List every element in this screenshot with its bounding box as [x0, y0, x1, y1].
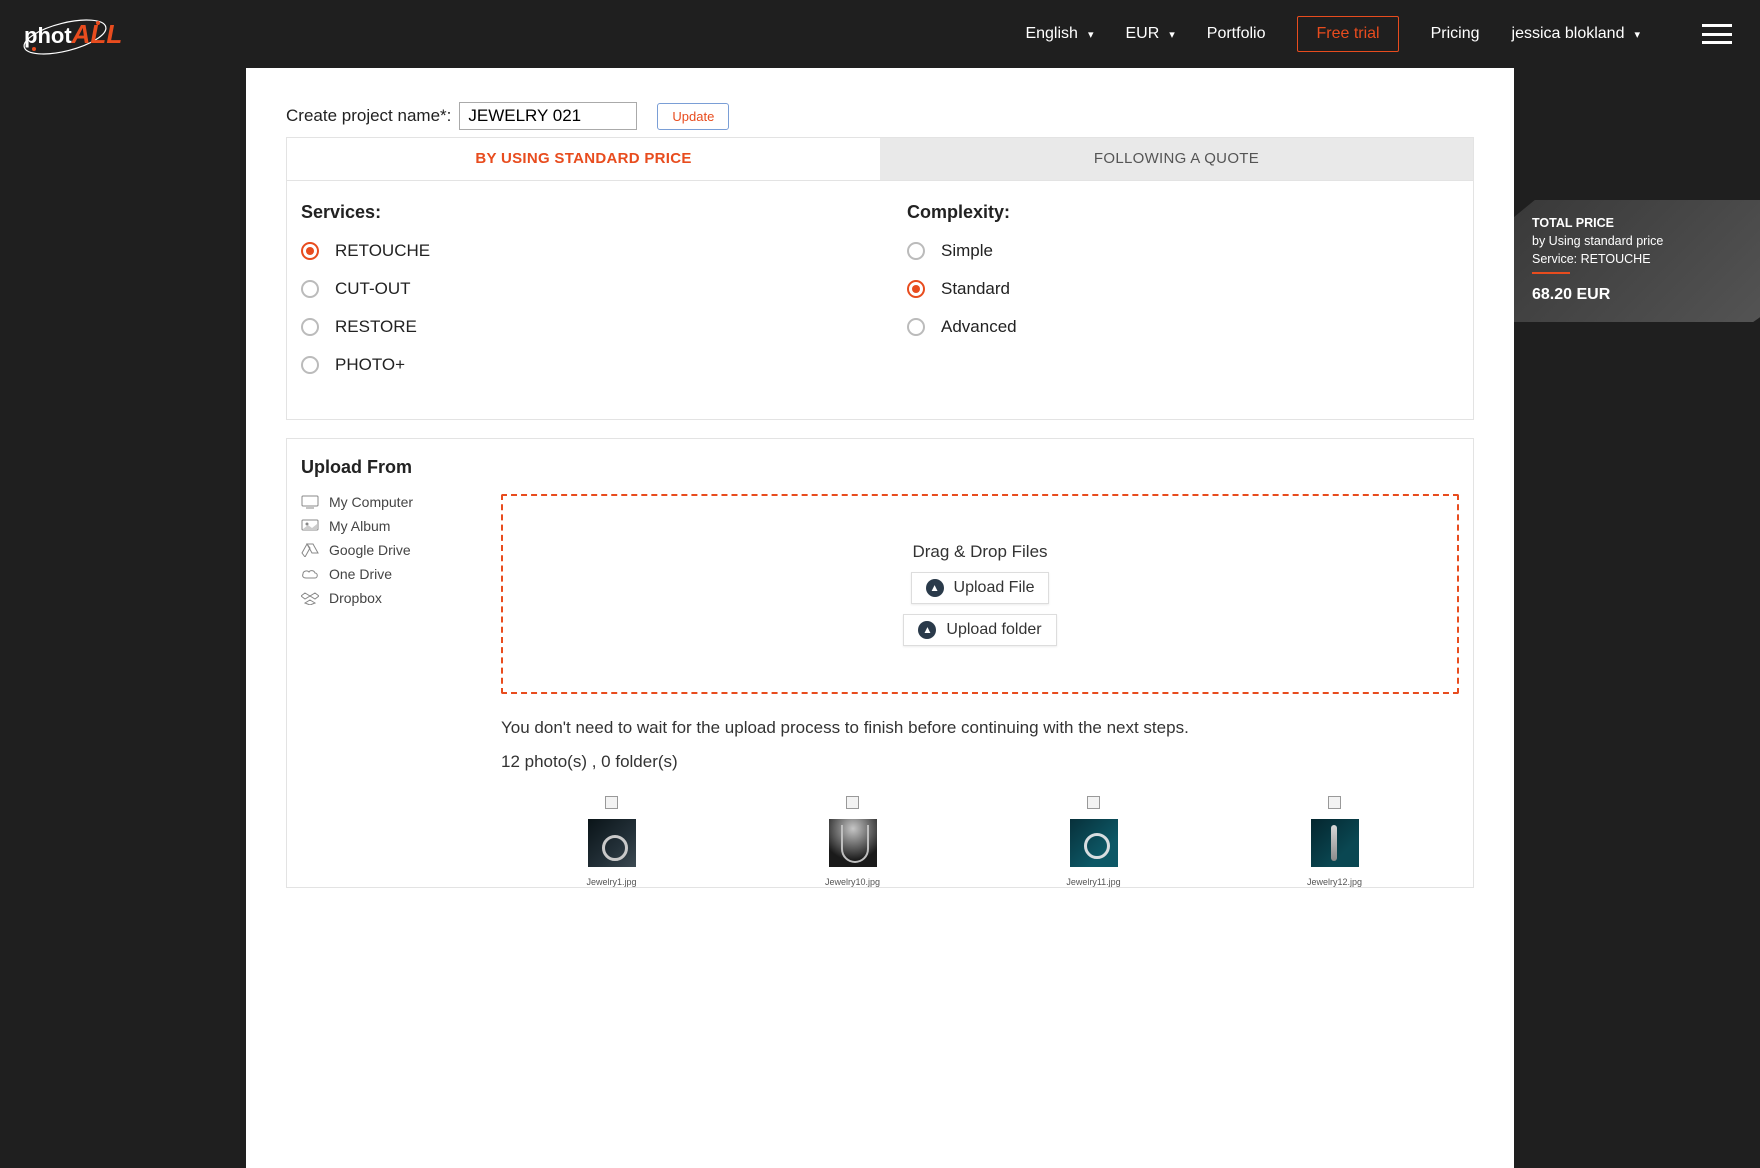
nav-free-trial[interactable]: Free trial: [1297, 16, 1398, 52]
source-google-drive[interactable]: Google Drive: [301, 542, 471, 558]
service-cut-out[interactable]: CUT-OUT: [301, 279, 847, 299]
complexity-heading: Complexity:: [907, 202, 1453, 223]
price-total: 68.20 EUR: [1532, 286, 1756, 304]
radio-icon: [301, 242, 319, 260]
price-service: Service: RETOUCHE: [1532, 252, 1756, 266]
thumb-checkbox[interactable]: [605, 796, 618, 809]
price-widget: TOTAL PRICE by Using standard price Serv…: [1514, 200, 1760, 322]
thumb-filename: Jewelry1.jpg: [586, 877, 636, 887]
thumb-image[interactable]: [1311, 819, 1359, 867]
album-icon: [301, 519, 319, 533]
page: Create project name*: Update BY USING ST…: [246, 68, 1514, 1168]
radio-icon: [301, 280, 319, 298]
nav-language[interactable]: English: [1025, 25, 1093, 43]
upload-file-button[interactable]: ▲ Upload File: [911, 572, 1050, 604]
thumb-image[interactable]: [829, 819, 877, 867]
complexity-col: Complexity: Simple Standard Advanced: [907, 202, 1453, 393]
thumb-item: Jewelry10.jpg: [742, 796, 963, 887]
thumb-checkbox[interactable]: [1328, 796, 1341, 809]
dropzone-title: Drag & Drop Files: [912, 542, 1047, 562]
nav: English EUR Portfolio Free trial Pricing…: [1025, 16, 1732, 52]
thumb-image[interactable]: [1070, 819, 1118, 867]
service-restore[interactable]: RESTORE: [301, 317, 847, 337]
one-drive-icon: [301, 567, 319, 581]
complexity-advanced[interactable]: Advanced: [907, 317, 1453, 337]
upload-arrow-icon: ▲: [918, 621, 936, 639]
radio-icon: [907, 242, 925, 260]
service-retouche[interactable]: RETOUCHE: [301, 241, 847, 261]
nav-portfolio[interactable]: Portfolio: [1207, 25, 1266, 43]
upload-arrow-icon: ▲: [926, 579, 944, 597]
nav-currency[interactable]: EUR: [1125, 25, 1174, 43]
services-heading: Services:: [301, 202, 847, 223]
service-complexity-panel: Services: RETOUCHE CUT-OUT RESTORE PHOTO…: [286, 180, 1474, 420]
google-drive-icon: [301, 543, 319, 557]
tabs: BY USING STANDARD PRICE FOLLOWING A QUOT…: [286, 137, 1474, 181]
tab-following-quote[interactable]: FOLLOWING A QUOTE: [880, 138, 1473, 180]
thumb-filename: Jewelry10.jpg: [825, 877, 880, 887]
thumb-filename: Jewelry11.jpg: [1066, 877, 1120, 887]
header: photALL English EUR Portfolio Free trial…: [0, 0, 1760, 68]
thumb-item: Jewelry12.jpg: [1224, 796, 1445, 887]
upload-panel: Upload From My Computer My Album: [286, 438, 1474, 888]
price-underline: [1532, 272, 1570, 274]
tab-standard-price[interactable]: BY USING STANDARD PRICE: [287, 138, 880, 180]
hamburger-icon[interactable]: [1702, 24, 1732, 44]
source-my-album[interactable]: My Album: [301, 518, 471, 534]
upload-heading: Upload From: [301, 457, 1459, 478]
upload-sources: My Computer My Album Google Drive: [301, 494, 471, 694]
source-my-computer[interactable]: My Computer: [301, 494, 471, 510]
thumb-checkbox[interactable]: [1087, 796, 1100, 809]
thumb-item: Jewelry1.jpg: [501, 796, 722, 887]
dropbox-icon: [301, 591, 319, 605]
service-photo-plus[interactable]: PHOTO+: [301, 355, 847, 375]
thumbs-row: Jewelry1.jpg Jewelry10.jpg Jewelry11.jpg…: [301, 796, 1459, 887]
services-col: Services: RETOUCHE CUT-OUT RESTORE PHOTO…: [301, 202, 847, 393]
complexity-standard[interactable]: Standard: [907, 279, 1453, 299]
price-subtitle: by Using standard price: [1532, 234, 1756, 248]
project-name-input[interactable]: [459, 102, 637, 130]
upload-folder-button[interactable]: ▲ Upload folder: [903, 614, 1056, 646]
dropzone[interactable]: Drag & Drop Files ▲ Upload File ▲ Upload…: [501, 494, 1459, 694]
complexity-simple[interactable]: Simple: [907, 241, 1453, 261]
logo[interactable]: photALL: [20, 9, 110, 59]
upload-count: 12 photo(s) , 0 folder(s): [501, 752, 1459, 772]
radio-icon: [907, 318, 925, 336]
thumb-filename: Jewelry12.jpg: [1307, 877, 1362, 887]
computer-icon: [301, 495, 319, 509]
source-dropbox[interactable]: Dropbox: [301, 590, 471, 606]
price-title: TOTAL PRICE: [1532, 216, 1756, 230]
project-name-row: Create project name*: Update: [246, 102, 1514, 130]
upload-note: You don't need to wait for the upload pr…: [501, 718, 1459, 738]
nav-pricing[interactable]: Pricing: [1431, 25, 1480, 43]
logo-text-all: ALL: [72, 19, 123, 49]
project-name-label: Create project name*:: [286, 106, 451, 126]
radio-icon: [301, 356, 319, 374]
source-one-drive[interactable]: One Drive: [301, 566, 471, 582]
radio-icon: [301, 318, 319, 336]
thumb-item: Jewelry11.jpg: [983, 796, 1204, 887]
nav-user[interactable]: jessica blokland: [1512, 25, 1640, 43]
radio-icon: [907, 280, 925, 298]
logo-text-phot: phot: [24, 23, 72, 48]
thumb-image[interactable]: [588, 819, 636, 867]
thumb-checkbox[interactable]: [846, 796, 859, 809]
update-button[interactable]: Update: [657, 103, 729, 130]
